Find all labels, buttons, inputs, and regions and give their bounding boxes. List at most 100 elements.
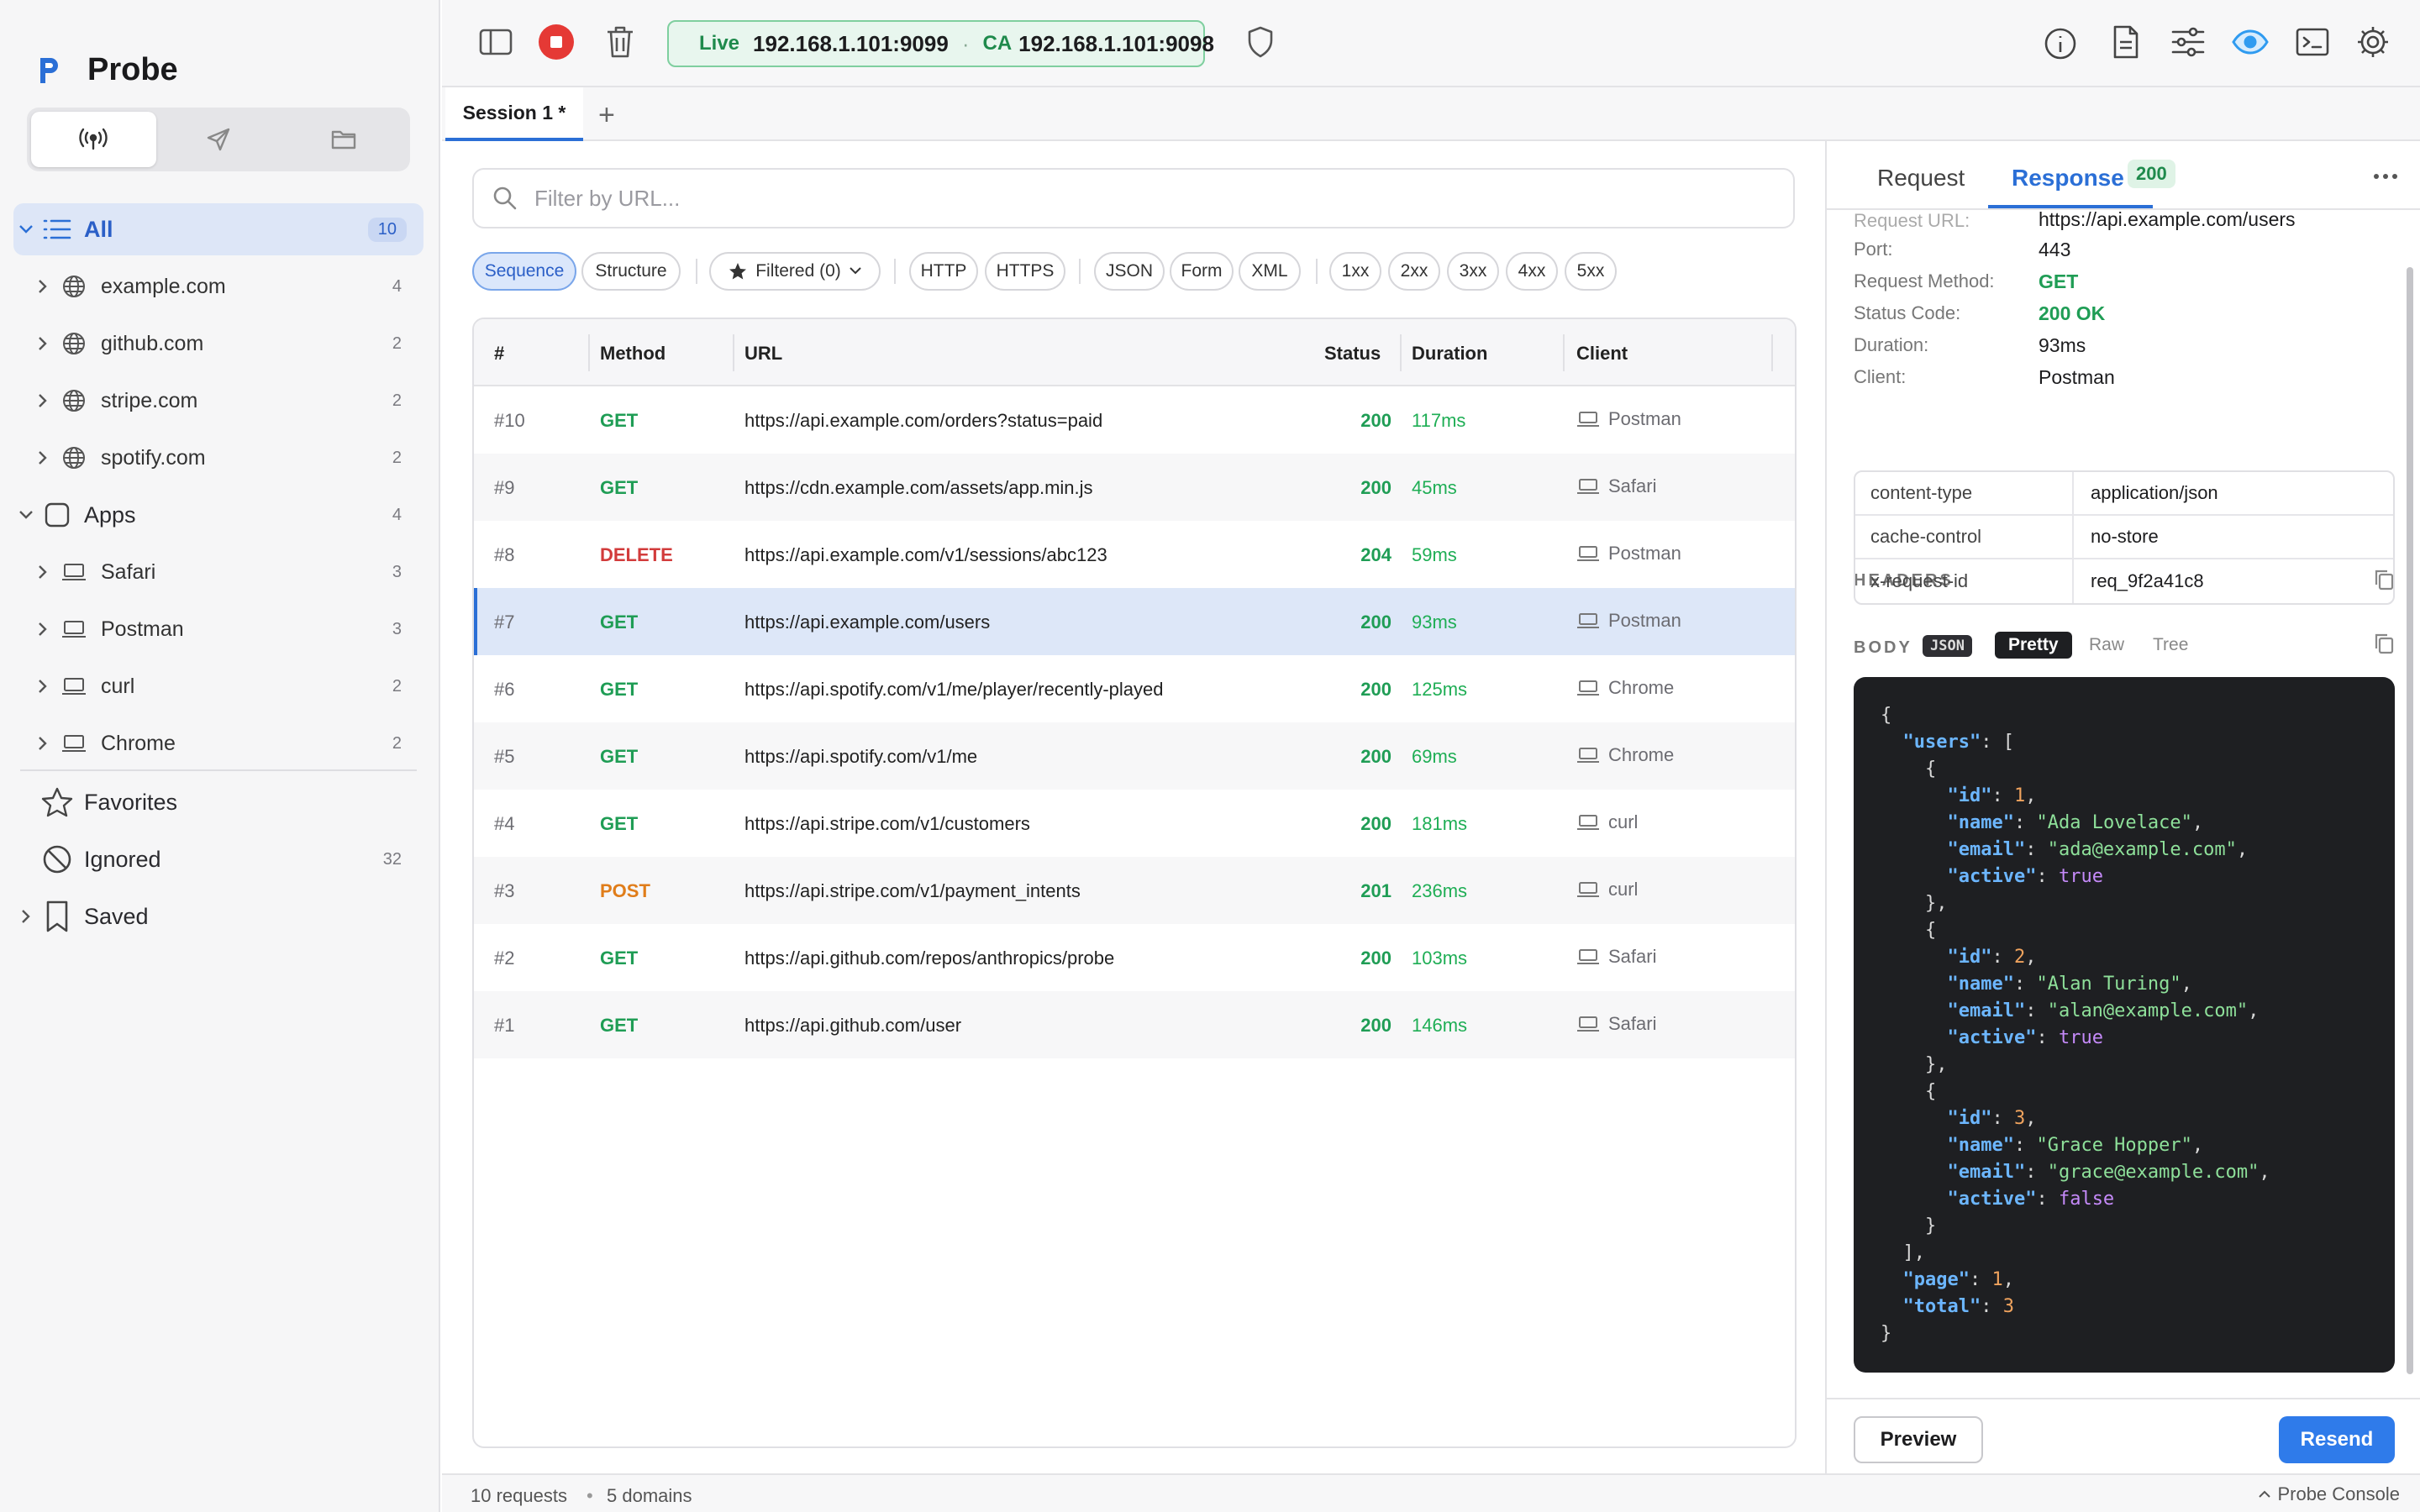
chevron-right-icon[interactable] (30, 736, 55, 751)
sidebar-item-domain[interactable]: spotify.com 2 (30, 432, 424, 484)
table-row-selected[interactable]: #7 GET https://api.example.com/users 200… (474, 588, 1795, 655)
sidebar-item-domain[interactable]: github.com 2 (30, 318, 424, 370)
chevron-right-icon[interactable] (30, 279, 55, 294)
column-header-status[interactable]: Status (1324, 343, 1381, 365)
chevron-down-icon[interactable] (13, 510, 39, 520)
more-options-icon[interactable] (2373, 173, 2398, 180)
chevron-right-icon[interactable] (30, 679, 55, 694)
files-mode-button[interactable] (281, 112, 406, 167)
header-row[interactable]: cache-control no-store (1855, 516, 2393, 559)
row-client: Postman (1576, 408, 1681, 430)
filter-2xx[interactable]: 2xx (1388, 252, 1440, 291)
filter-https[interactable]: HTTPS (985, 252, 1065, 291)
bookmark-icon (39, 900, 76, 932)
sidebar-item-app[interactable]: Chrome 2 (30, 717, 424, 769)
general-value: https://api.example.com/users (2039, 212, 2296, 230)
table-row[interactable]: #5 GET https://api.spotify.com/v1/me 200… (474, 722, 1795, 790)
table-row[interactable]: #9 GET https://cdn.example.com/assets/ap… (474, 454, 1795, 521)
body-view-tree[interactable]: Tree (2153, 635, 2188, 655)
settings-button[interactable] (2353, 22, 2393, 62)
filter-http[interactable]: HTTP (909, 252, 978, 291)
body-view-raw[interactable]: Raw (2089, 635, 2124, 655)
sidebar-item-app[interactable]: Safari 3 (30, 546, 424, 598)
count-label: 2 (392, 676, 402, 696)
chevron-right-icon[interactable] (30, 393, 55, 408)
sidebar-item-ignored[interactable]: Ignored 32 (13, 833, 424, 885)
response-body-code[interactable]: { "users": [ { "id": 1, "name": "Ada Lov… (1854, 677, 2395, 1373)
sidebar-item-domain[interactable]: stripe.com 2 (30, 375, 424, 427)
table-row[interactable]: #1 GET https://api.github.com/user 200 1… (474, 991, 1795, 1058)
filter-4xx[interactable]: 4xx (1506, 252, 1558, 291)
column-header-method[interactable]: Method (600, 343, 666, 365)
sidebar-item-app[interactable]: curl 2 (30, 660, 424, 712)
column-header-client[interactable]: Client (1576, 343, 1628, 365)
tab-session-1[interactable]: Session 1 * (445, 87, 583, 141)
sidebar-item-app[interactable]: Postman 3 (30, 603, 424, 655)
copy-body-icon[interactable] (2373, 632, 2395, 655)
sidebar-item-domain[interactable]: example.com 4 (30, 260, 424, 312)
view-mode-structure[interactable]: Structure (581, 252, 681, 291)
toggle-sidebar-button[interactable] (476, 22, 516, 62)
console-label: Probe Console (2277, 1483, 2400, 1504)
filter-1xx[interactable]: 1xx (1329, 252, 1381, 291)
console-toggle[interactable]: Probe Console (2259, 1483, 2400, 1505)
count-label: 4 (392, 505, 402, 524)
filters-settings-button[interactable] (2168, 22, 2208, 62)
chevron-right-icon[interactable] (13, 909, 39, 924)
chevron-right-icon[interactable] (30, 622, 55, 637)
table-row[interactable]: #6 GET https://api.spotify.com/v1/me/pla… (474, 655, 1795, 722)
sidebar-item-favorites[interactable]: Favorites (13, 776, 424, 828)
sidebar-item-apps[interactable]: Apps 4 (13, 489, 424, 541)
row-status: 200 (1360, 746, 1392, 767)
chevron-right-icon[interactable] (30, 564, 55, 580)
preview-button[interactable]: Preview (1854, 1416, 1983, 1463)
filter-json[interactable]: JSON (1094, 252, 1165, 291)
column-header-number[interactable]: # (494, 343, 504, 365)
url-filter[interactable] (472, 168, 1795, 228)
add-tab-button[interactable]: + (598, 99, 615, 132)
table-row[interactable]: #2 GET https://api.github.com/repos/anth… (474, 924, 1795, 991)
column-header-duration[interactable]: Duration (1412, 343, 1487, 365)
compose-mode-button[interactable] (156, 112, 281, 167)
general-key: Status Code: (1854, 302, 1961, 323)
table-row[interactable]: #8 DELETE https://api.example.com/v1/ses… (474, 521, 1795, 588)
sidebar-item-saved[interactable]: Saved (13, 890, 424, 942)
row-duration: 117ms (1412, 410, 1466, 431)
search-input[interactable] (534, 185, 1711, 212)
filter-3xx[interactable]: 3xx (1447, 252, 1499, 291)
chevron-right-icon[interactable] (30, 450, 55, 465)
filtered-dropdown[interactable]: Filtered (0) (709, 252, 881, 291)
table-row[interactable]: #4 GET https://api.stripe.com/v1/custome… (474, 790, 1795, 857)
tab-response[interactable]: Response (2012, 165, 2124, 192)
sidebar-item-all[interactable]: All 10 (13, 203, 424, 255)
visibility-button[interactable] (2230, 22, 2270, 62)
chevron-down-icon[interactable] (13, 224, 39, 234)
capture-mode-button[interactable] (31, 112, 156, 167)
table-row[interactable]: #10 GET https://api.example.com/orders?s… (474, 386, 1795, 454)
filter-form[interactable]: Form (1170, 252, 1234, 291)
column-header-url[interactable]: URL (744, 343, 782, 365)
terminal-button[interactable] (2292, 22, 2333, 62)
tab-request[interactable]: Request (1877, 165, 1965, 192)
header-row[interactable]: content-type application/json (1855, 472, 2393, 516)
filter-5xx[interactable]: 5xx (1565, 252, 1617, 291)
stop-recording-button[interactable] (536, 22, 576, 62)
vertical-scrollbar[interactable] (2407, 267, 2413, 1374)
laptop-icon (1576, 411, 1600, 428)
chevron-right-icon[interactable] (30, 336, 55, 351)
resend-button[interactable]: Resend (2279, 1416, 2395, 1463)
column-divider (588, 334, 590, 371)
sidebar-item-label: github.com (101, 331, 204, 355)
document-button[interactable] (2106, 22, 2146, 62)
table-row[interactable]: #3 POST https://api.stripe.com/v1/paymen… (474, 857, 1795, 924)
header-row[interactable]: x-request-id req_9f2a41c8 (1855, 559, 2393, 603)
certificate-button[interactable] (1240, 22, 1281, 62)
shield-icon (1247, 26, 1274, 58)
filter-xml[interactable]: XML (1239, 252, 1301, 291)
view-mode-sequence[interactable]: Sequence (472, 252, 576, 291)
body-view-pretty[interactable]: Pretty (1995, 632, 2072, 659)
proxy-address: 192.168.1.101:9099 (753, 30, 949, 56)
clear-button[interactable] (600, 22, 640, 62)
proxy-status[interactable]: Live 192.168.1.101:9099 · CA 192.168.1.1… (667, 20, 1214, 67)
info-button[interactable] (2040, 24, 2081, 64)
